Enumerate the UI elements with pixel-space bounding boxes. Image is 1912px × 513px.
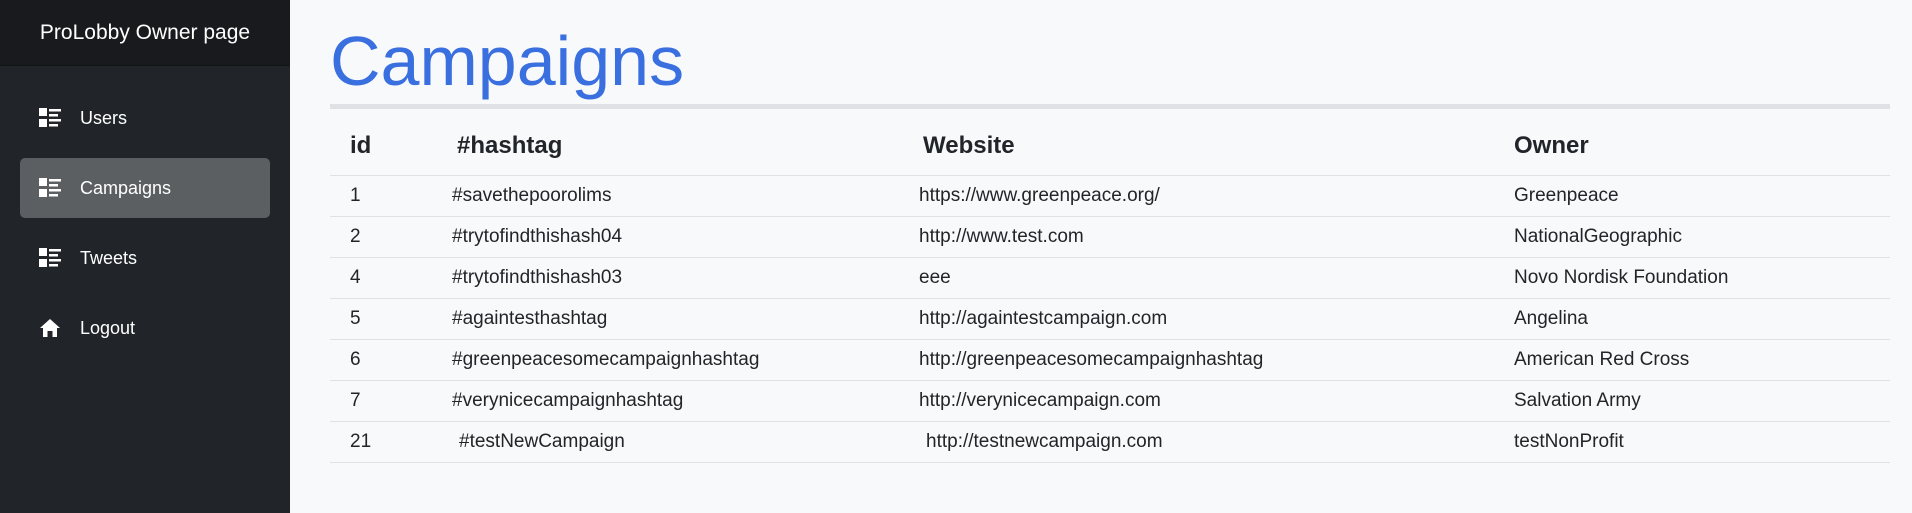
table-row: 6 #greenpeacesomecampaignhashtag http://… xyxy=(330,339,1890,381)
table-row: 7 #verynicecampaignhashtag http://veryni… xyxy=(330,380,1890,422)
app-root: ProLobby Owner page Users Campaigns Twee… xyxy=(0,0,1912,513)
table-row: 2 #trytofindthishash04 http://www.test.c… xyxy=(330,216,1890,258)
cell-owner: Novo Nordisk Foundation xyxy=(1514,257,1890,299)
sidebar-item-campaigns[interactable]: Campaigns xyxy=(20,158,270,218)
cell-id: 4 xyxy=(330,257,452,299)
cell-owner: Greenpeace xyxy=(1514,175,1890,217)
brand-title: ProLobby Owner page xyxy=(0,0,290,66)
cell-id: 2 xyxy=(330,216,452,258)
cell-owner: American Red Cross xyxy=(1514,339,1890,381)
cell-hashtag: #againtesthashtag xyxy=(452,298,919,340)
home-icon xyxy=(38,316,62,340)
column-header-website: Website xyxy=(919,109,1514,176)
cell-hashtag: #trytofindthishash04 xyxy=(452,216,919,258)
sidebar-item-label: Campaigns xyxy=(80,177,172,198)
sidebar: ProLobby Owner page Users Campaigns Twee… xyxy=(0,0,290,513)
cell-website: eee xyxy=(919,257,1514,299)
main-content: Campaigns id #hashtag Website Owner 1 #s… xyxy=(290,0,1912,513)
cell-hashtag: #greenpeacesomecampaignhashtag xyxy=(452,339,919,381)
sidebar-item-tweets[interactable]: Tweets xyxy=(20,228,270,288)
table-row: 4 #trytofindthishash03 eee Novo Nordisk … xyxy=(330,257,1890,299)
sidebar-item-label: Users xyxy=(80,107,128,128)
cell-id: 7 xyxy=(330,380,452,422)
cell-id: 1 xyxy=(330,175,452,217)
sidebar-nav: Users Campaigns Tweets Logout xyxy=(0,66,290,358)
table-header-row: id #hashtag Website Owner xyxy=(330,109,1890,176)
cell-hashtag: #savethepoorolims xyxy=(452,175,919,217)
table-row: 1 #savethepoorolims https://www.greenpea… xyxy=(330,175,1890,217)
cell-owner: testNonProfit xyxy=(1514,421,1890,463)
table-row: 5 #againtesthashtag http://againtestcamp… xyxy=(330,298,1890,340)
cell-website: https://www.greenpeace.org/ xyxy=(919,175,1514,217)
cell-id: 5 xyxy=(330,298,452,340)
table-row: 21 #testNewCampaign http://testnewcampai… xyxy=(330,421,1890,463)
cell-website: http://greenpeacesomecampaignhashtag xyxy=(919,339,1514,381)
cell-owner: Angelina xyxy=(1514,298,1890,340)
cell-website: http://verynicecampaign.com xyxy=(919,380,1514,422)
cell-website: http://www.test.com xyxy=(919,216,1514,258)
column-header-owner: Owner xyxy=(1514,109,1890,176)
cell-hashtag: #testNewCampaign xyxy=(452,421,919,463)
cell-hashtag: #verynicecampaignhashtag xyxy=(452,380,919,422)
campaigns-table: id #hashtag Website Owner 1 #savethepoor… xyxy=(330,109,1890,463)
cell-id: 6 xyxy=(330,339,452,381)
list-icon xyxy=(38,176,62,200)
column-header-hashtag: #hashtag xyxy=(452,109,919,176)
sidebar-item-label: Logout xyxy=(80,317,136,338)
cell-website: http://againtestcampaign.com xyxy=(919,298,1514,340)
sidebar-item-logout[interactable]: Logout xyxy=(20,298,270,358)
page-title: Campaigns xyxy=(330,22,685,100)
cell-hashtag: #trytofindthishash03 xyxy=(452,257,919,299)
sidebar-item-label: Tweets xyxy=(80,247,138,268)
sidebar-item-users[interactable]: Users xyxy=(20,88,270,148)
cell-owner: Salvation Army xyxy=(1514,380,1890,422)
cell-owner: NationalGeographic xyxy=(1514,216,1890,258)
column-header-id: id xyxy=(330,109,452,176)
list-icon xyxy=(38,106,62,130)
cell-website: http://testnewcampaign.com xyxy=(919,421,1514,463)
list-icon xyxy=(38,246,62,270)
cell-id: 21 xyxy=(330,421,452,463)
